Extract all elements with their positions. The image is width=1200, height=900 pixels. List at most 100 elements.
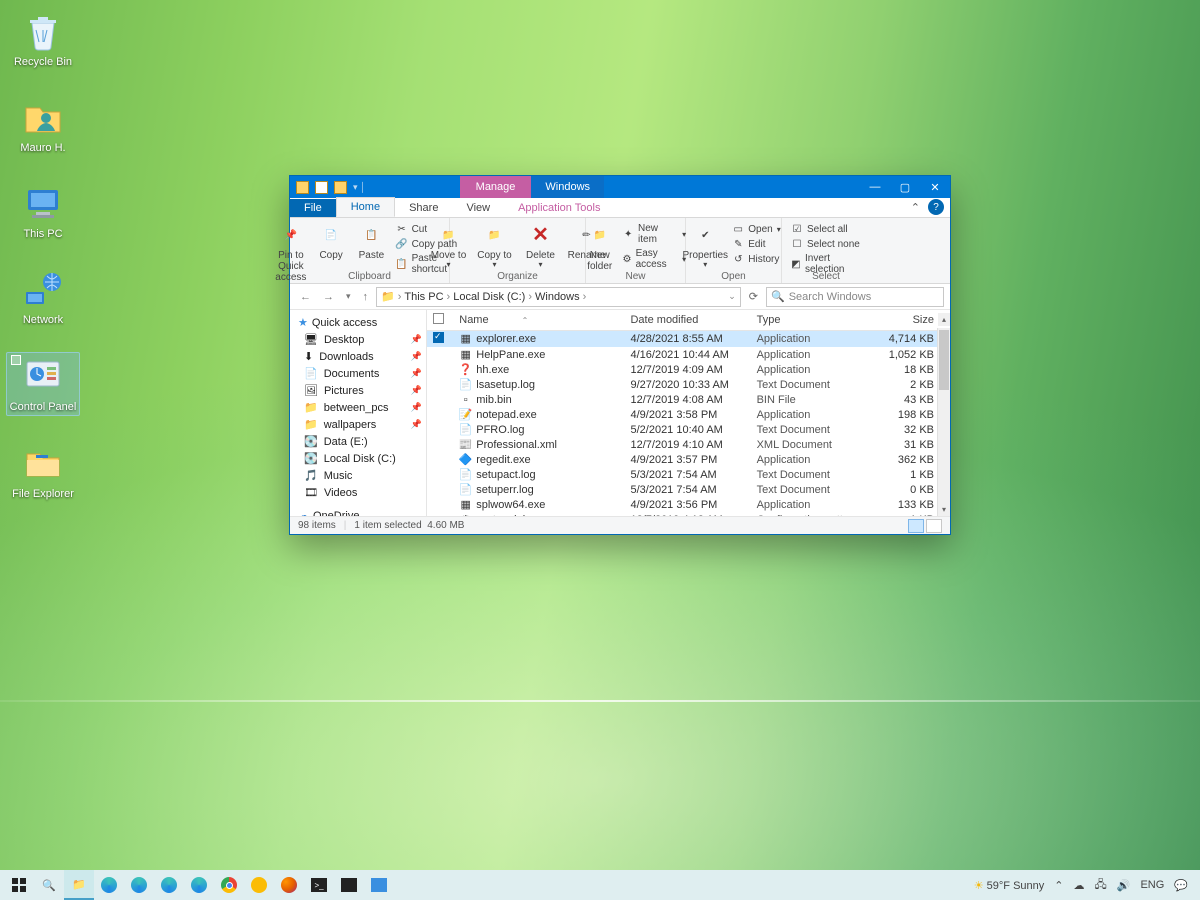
details-view-button[interactable] bbox=[908, 519, 924, 533]
open-button[interactable]: ▭Open ▾ bbox=[729, 222, 783, 236]
tray-overflow[interactable]: ⌃ bbox=[1054, 879, 1063, 892]
tab-home[interactable]: Home bbox=[336, 197, 395, 217]
taskbar-file-explorer[interactable]: 📁 bbox=[64, 870, 94, 900]
maximize-button[interactable]: ▢ bbox=[890, 176, 920, 198]
file-row[interactable]: ▫mib.bin 12/7/2019 4:08 AM BIN File 43 K… bbox=[427, 392, 950, 407]
column-type[interactable]: Type bbox=[751, 310, 874, 331]
taskbar-firefox[interactable] bbox=[274, 870, 304, 900]
file-row[interactable]: 📰Professional.xml 12/7/2019 4:10 AM XML … bbox=[427, 437, 950, 452]
column-name[interactable]: Name ⌃ bbox=[453, 310, 624, 331]
taskbar-terminal[interactable]: >_ bbox=[304, 870, 334, 900]
file-row[interactable]: 📄lsasetup.log 9/27/2020 10:33 AM Text Do… bbox=[427, 377, 950, 392]
taskbar-chrome[interactable] bbox=[214, 870, 244, 900]
desktop-icon-user-folder[interactable]: Mauro H. bbox=[6, 96, 80, 154]
desktop-icon-recycle-bin[interactable]: Recycle Bin bbox=[6, 10, 80, 68]
file-row[interactable]: ❓hh.exe 12/7/2019 4:09 AM Application 18… bbox=[427, 362, 950, 377]
nav-item[interactable]: 🎵Music bbox=[290, 467, 426, 484]
breadcrumb-segment[interactable]: Local Disk (C:) bbox=[453, 291, 525, 303]
nav-item[interactable]: ⬇Downloads📌 bbox=[290, 348, 426, 365]
tray-language[interactable]: ENG bbox=[1140, 879, 1164, 891]
nav-forward-button[interactable]: → bbox=[319, 291, 338, 303]
taskbar-edge-2[interactable] bbox=[124, 870, 154, 900]
column-date[interactable]: Date modified bbox=[624, 310, 750, 331]
file-row[interactable]: 📄setupact.log 5/3/2021 7:54 AM Text Docu… bbox=[427, 467, 950, 482]
file-row[interactable]: ⚙system.ini 12/7/2019 4:12 AM Configurat… bbox=[427, 512, 950, 516]
minimize-button[interactable]: — bbox=[860, 176, 890, 198]
taskbar-app[interactable] bbox=[364, 870, 394, 900]
navigation-pane[interactable]: ★Quick access 🖥Desktop📌⬇Downloads📌📄Docum… bbox=[290, 310, 427, 516]
file-row[interactable]: 📝notepad.exe 4/9/2021 3:58 PM Applicatio… bbox=[427, 407, 950, 422]
taskbar-search-button[interactable]: 🔍 bbox=[34, 870, 64, 900]
address-dropdown[interactable]: ⌄ bbox=[728, 291, 736, 302]
close-button[interactable]: ✕ bbox=[920, 176, 950, 198]
nav-item[interactable]: 🖼Pictures📌 bbox=[290, 382, 426, 399]
delete-button[interactable]: ✕Delete▾ bbox=[519, 220, 563, 270]
tray-network-icon[interactable]: 🖧 bbox=[1094, 876, 1106, 895]
select-all-button[interactable]: ☑Select all bbox=[788, 222, 864, 236]
easy-access-button[interactable]: ⚙Easy access ▾ bbox=[619, 247, 689, 271]
new-folder-button[interactable]: 📁New folder bbox=[582, 220, 618, 272]
new-item-button[interactable]: ✦New item ▾ bbox=[619, 222, 689, 246]
desktop-icon-network[interactable]: Network bbox=[6, 268, 80, 326]
tray-notifications-icon[interactable]: 💬 bbox=[1174, 879, 1188, 892]
history-button[interactable]: ↺History bbox=[729, 252, 783, 266]
tray-onedrive-icon[interactable]: ☁ bbox=[1073, 879, 1084, 892]
taskbar-edge[interactable] bbox=[94, 870, 124, 900]
nav-up-button[interactable]: ↑ bbox=[359, 291, 373, 303]
file-row[interactable]: 📄setuperr.log 5/3/2021 7:54 AM Text Docu… bbox=[427, 482, 950, 497]
pin-to-quick-access-button[interactable]: 📌Pin to Quick access bbox=[272, 220, 310, 283]
file-row[interactable]: ▦explorer.exe 4/28/2021 8:55 AM Applicat… bbox=[427, 331, 950, 348]
weather-widget[interactable]: ☀ 59°F Sunny bbox=[974, 879, 1045, 892]
scroll-up-button[interactable]: ▴ bbox=[938, 313, 950, 326]
move-to-button[interactable]: 📁Move to▾ bbox=[427, 220, 471, 270]
nav-onedrive[interactable]: ☁OneDrive bbox=[290, 507, 426, 516]
copy-to-button[interactable]: 📁Copy to▾ bbox=[473, 220, 517, 270]
taskbar-chrome-2[interactable] bbox=[244, 870, 274, 900]
file-tab[interactable]: File bbox=[290, 199, 336, 217]
nav-back-button[interactable]: ← bbox=[296, 291, 315, 303]
edit-button[interactable]: ✎Edit bbox=[729, 237, 783, 251]
tab-view[interactable]: View bbox=[452, 199, 504, 217]
file-row[interactable]: ▦HelpPane.exe 4/16/2021 10:44 AM Applica… bbox=[427, 347, 950, 362]
qat-overflow[interactable]: ▾ │ bbox=[353, 182, 366, 193]
breadcrumb-segment[interactable]: This PC bbox=[404, 291, 443, 303]
start-button[interactable] bbox=[4, 870, 34, 900]
tab-application-tools[interactable]: Application Tools bbox=[504, 199, 614, 217]
column-checkbox[interactable] bbox=[427, 310, 453, 331]
select-none-button[interactable]: ☐Select none bbox=[788, 237, 864, 251]
paste-button[interactable]: 📋Paste bbox=[352, 220, 390, 261]
taskbar-edge-4[interactable] bbox=[184, 870, 214, 900]
details-view[interactable]: Name ⌃ Date modified Type Size ▦explorer… bbox=[427, 310, 950, 516]
selection-checkbox[interactable] bbox=[11, 355, 21, 365]
collapse-ribbon-button[interactable]: ⌃ bbox=[905, 198, 926, 217]
desktop-icon-file-explorer[interactable]: File Explorer bbox=[6, 442, 80, 500]
refresh-button[interactable]: ⟳ bbox=[745, 290, 762, 303]
scrollbar-thumb[interactable] bbox=[939, 330, 949, 390]
taskbar[interactable]: 🔍 📁 >_ ☀ 59°F Sunny ⌃ ☁ 🖧 🔊 ENG 💬 bbox=[0, 870, 1200, 900]
nav-item[interactable]: 💽Local Disk (C:) bbox=[290, 450, 426, 467]
vertical-scrollbar[interactable]: ▴ ▾ bbox=[937, 328, 950, 516]
taskbar-edge-3[interactable] bbox=[154, 870, 184, 900]
breadcrumb-segment[interactable]: Windows bbox=[535, 291, 580, 303]
search-input[interactable]: 🔍 Search Windows bbox=[766, 287, 944, 307]
nav-recent-button[interactable]: ▾ bbox=[342, 291, 355, 302]
row-checkbox[interactable] bbox=[433, 332, 444, 343]
help-button[interactable]: ? bbox=[928, 199, 944, 215]
large-icons-view-button[interactable] bbox=[926, 519, 942, 533]
nav-item[interactable]: 🖥Desktop📌 bbox=[290, 331, 426, 348]
tray-volume-icon[interactable]: 🔊 bbox=[1117, 879, 1131, 892]
properties-button[interactable]: ✔Properties▾ bbox=[683, 220, 727, 270]
address-bar[interactable]: 📁› This PC› Local Disk (C:)› Windows› ⌄ bbox=[376, 287, 741, 307]
qat-button[interactable] bbox=[315, 181, 328, 194]
nav-item[interactable]: 🎞Videos bbox=[290, 484, 426, 501]
nav-item[interactable]: 💽Data (E:) bbox=[290, 433, 426, 450]
scroll-down-button[interactable]: ▾ bbox=[938, 503, 950, 516]
nav-item[interactable]: 📁between_pcs📌 bbox=[290, 399, 426, 416]
file-row[interactable]: 🔷regedit.exe 4/9/2021 3:57 PM Applicatio… bbox=[427, 452, 950, 467]
desktop-icon-this-pc[interactable]: This PC bbox=[6, 182, 80, 240]
file-row[interactable]: 📄PFRO.log 5/2/2021 10:40 AM Text Documen… bbox=[427, 422, 950, 437]
taskbar-cmd[interactable] bbox=[334, 870, 364, 900]
tab-share[interactable]: Share bbox=[395, 199, 452, 217]
copy-button[interactable]: 📄Copy bbox=[312, 220, 350, 261]
nav-quick-access[interactable]: ★Quick access bbox=[290, 314, 426, 331]
